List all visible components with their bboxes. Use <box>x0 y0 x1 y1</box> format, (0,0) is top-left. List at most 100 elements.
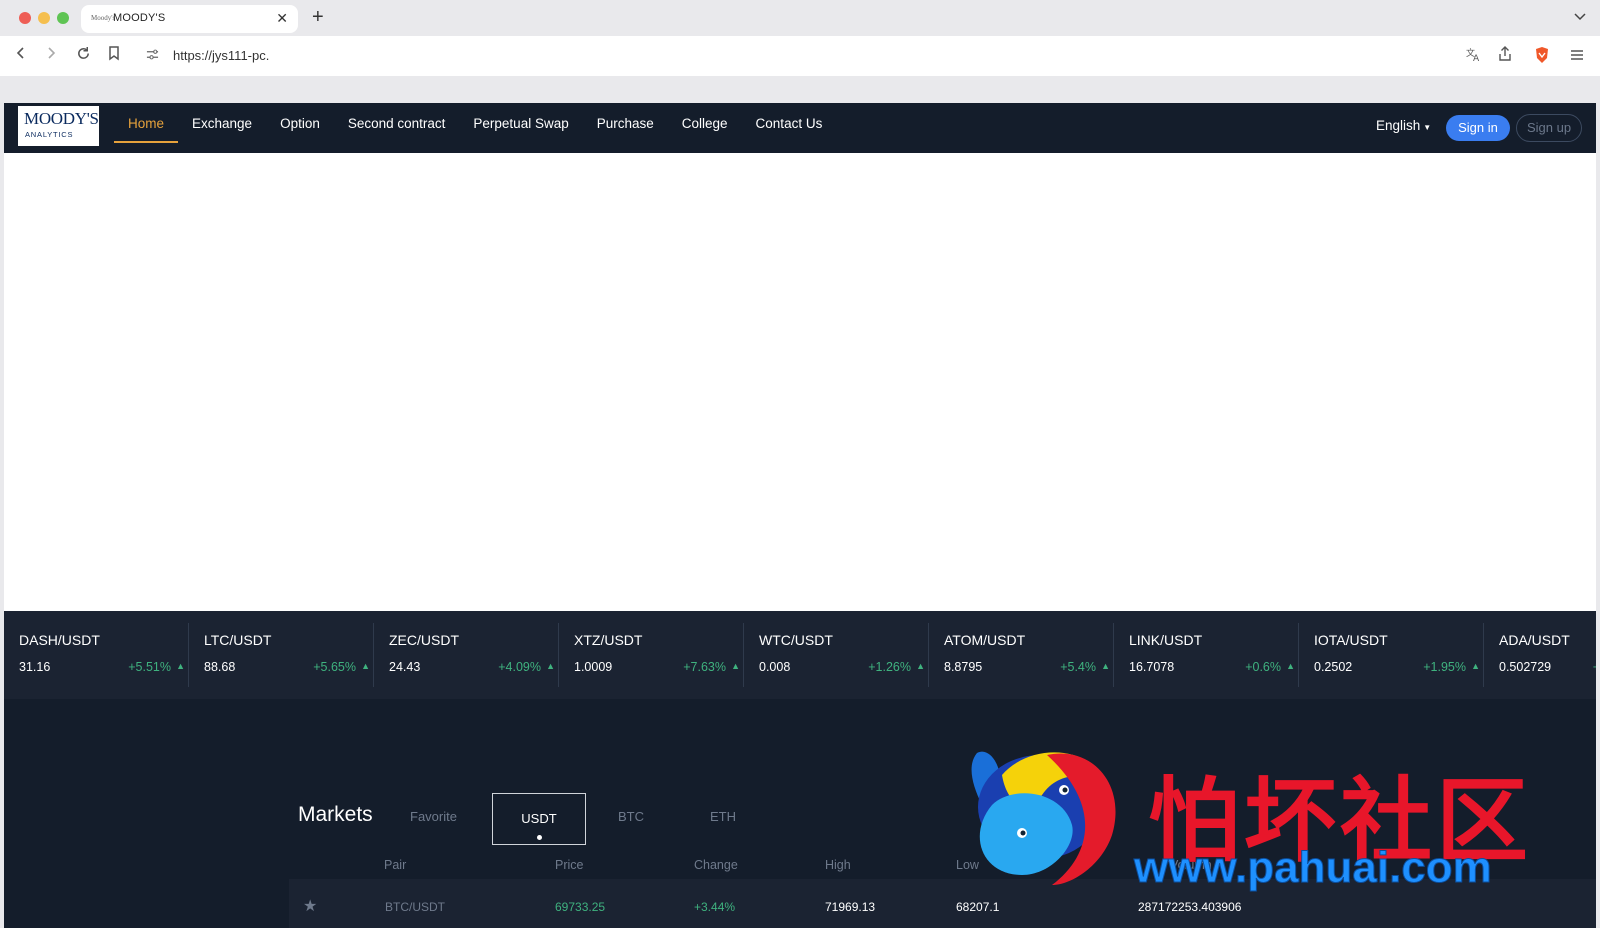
language-label: English <box>1376 118 1421 133</box>
arrow-up-icon: ▲ <box>361 661 370 671</box>
logo-main-text: MOODY'S <box>24 109 99 128</box>
ticker-price: 8.8795 <box>944 660 983 674</box>
svg-text:A: A <box>1473 54 1480 62</box>
column-header-pair: Pair <box>384 858 407 872</box>
tab-title: MOODY'S <box>113 12 166 24</box>
markets-title: Markets <box>298 803 373 826</box>
row-high: 71969.13 <box>825 900 876 914</box>
site-settings-icon[interactable] <box>146 48 159 64</box>
minimize-window-button[interactable] <box>38 12 50 24</box>
nav-contact-us[interactable]: Contact Us <box>742 103 837 153</box>
ticker-price: 31.16 <box>19 660 51 674</box>
star-icon[interactable]: ★ <box>303 896 317 916</box>
ticker-pair: DASH/USDT <box>19 632 100 648</box>
ticker-pair: LTC/USDT <box>204 632 272 648</box>
menu-icon[interactable] <box>1570 46 1584 66</box>
nav-option[interactable]: Option <box>266 103 334 153</box>
ticker-item[interactable]: ATOM/USDT 8.8795 +5.4% ▲ <box>929 611 1114 699</box>
arrow-up-icon: ▲ <box>1101 661 1110 671</box>
column-header-price: Price <box>555 858 584 872</box>
row-volume: 287172253.403906 <box>1138 900 1242 914</box>
row-price: 69733.25 <box>555 900 606 914</box>
translate-icon[interactable]: 文A <box>1466 46 1482 67</box>
nav-home[interactable]: Home <box>114 103 179 153</box>
nav-perpetual-swap[interactable]: Perpetual Swap <box>459 103 582 153</box>
arrow-up-icon: ▲ <box>176 661 185 671</box>
browser-tab-bar: Moody's MOODY'S ✕ + <box>0 0 1600 36</box>
arrow-up-icon: ▲ <box>1286 661 1295 671</box>
ticker-pair: ZEC/USDT <box>389 632 459 648</box>
arrow-up-icon: ▲ <box>916 661 925 671</box>
column-header-volume: Volumn <box>1170 858 1212 872</box>
reload-icon[interactable] <box>73 46 93 66</box>
ticker-change: +1.26% <box>868 660 911 674</box>
tab-eth[interactable]: ETH <box>710 809 736 824</box>
ticker-price: 88.68 <box>204 660 236 674</box>
tab-usdt-label: USDT <box>521 811 557 826</box>
ticker-change: +4.09% <box>498 660 541 674</box>
ticker-change: +1.95% <box>1423 660 1466 674</box>
hero-banner <box>6 153 1594 611</box>
address-bar[interactable]: https://jys111-pc. <box>138 40 1468 72</box>
ticker-price: 24.43 <box>389 660 421 674</box>
nav-purchase[interactable]: Purchase <box>583 103 668 153</box>
table-row[interactable]: ★ BTC/USDT 69733.25 +3.44% 71969.13 6820… <box>289 879 1596 928</box>
nav-exchange[interactable]: Exchange <box>178 103 266 153</box>
forward-icon[interactable] <box>41 46 61 66</box>
new-tab-icon[interactable]: + <box>312 7 324 27</box>
ticker-change: + <box>1593 660 1596 674</box>
browser-tab[interactable]: Moody's MOODY'S ✕ <box>81 5 298 33</box>
tab-usdt[interactable]: USDT <box>492 793 586 845</box>
close-tab-icon[interactable]: ✕ <box>276 10 288 26</box>
arrow-up-icon: ▲ <box>731 661 740 671</box>
ticker-item[interactable]: ADA/USDT 0.502729 + <box>1484 611 1596 699</box>
back-icon[interactable] <box>11 46 31 66</box>
ticker-pair: ATOM/USDT <box>944 632 1026 648</box>
close-window-button[interactable] <box>19 12 31 24</box>
main-nav: Home Exchange Option Second contract Per… <box>114 103 836 153</box>
language-selector[interactable]: English ▼ <box>1376 118 1431 133</box>
url-text[interactable]: https://jys111-pc. <box>173 48 269 63</box>
ticker-item[interactable]: ZEC/USDT 24.43 +4.09% ▲ <box>374 611 559 699</box>
row-change: +3.44% <box>694 900 736 914</box>
site-header: MOODY'S ANALYTICS Home Exchange Option S… <box>4 103 1596 153</box>
price-ticker: DASH/USDT 31.16 +5.51% ▲ LTC/USDT 88.68 … <box>4 611 1596 699</box>
ticker-change: +7.63% <box>683 660 726 674</box>
column-header-change: Change <box>694 858 738 872</box>
share-icon[interactable] <box>1498 46 1512 67</box>
ticker-item[interactable]: IOTA/USDT 0.2502 +1.95% ▲ <box>1299 611 1484 699</box>
tab-favorite[interactable]: Favorite <box>410 809 457 824</box>
ticker-item[interactable]: LTC/USDT 88.68 +5.65% ▲ <box>189 611 374 699</box>
web-page: MOODY'S ANALYTICS Home Exchange Option S… <box>4 103 1596 928</box>
ticker-price: 0.008 <box>759 660 791 674</box>
ticker-item[interactable]: WTC/USDT 0.008 +1.26% ▲ <box>744 611 929 699</box>
ticker-change: +5.4% <box>1060 660 1096 674</box>
nav-college[interactable]: College <box>668 103 742 153</box>
ticker-item[interactable]: DASH/USDT 31.16 +5.51% ▲ <box>4 611 189 699</box>
ticker-pair: IOTA/USDT <box>1314 632 1388 648</box>
ticker-price: 0.502729 <box>1499 660 1552 674</box>
bookmark-icon[interactable] <box>104 46 124 66</box>
ticker-item[interactable]: XTZ/USDT 1.0009 +7.63% ▲ <box>559 611 744 699</box>
ticker-pair: WTC/USDT <box>759 632 833 648</box>
ticker-pair: LINK/USDT <box>1129 632 1203 648</box>
markets-section: Markets Favorite USDT BTC ETH Pair Price… <box>4 699 1596 928</box>
sign-in-button[interactable]: Sign in <box>1446 115 1510 141</box>
brave-shield-icon[interactable] <box>1534 46 1550 69</box>
tab-list-chevron-icon[interactable] <box>1574 9 1586 24</box>
ticker-price: 16.7078 <box>1129 660 1175 674</box>
sign-up-button[interactable]: Sign up <box>1516 114 1582 142</box>
moodys-logo[interactable]: MOODY'S ANALYTICS <box>18 106 99 146</box>
browser-toolbar: https://jys111-pc. 文A <box>0 36 1600 76</box>
active-dot <box>537 835 542 840</box>
row-pair: BTC/USDT <box>385 900 445 914</box>
maximize-window-button[interactable] <box>57 12 69 24</box>
ticker-item[interactable]: LINK/USDT 16.7078 +0.6% ▲ <box>1114 611 1299 699</box>
arrow-up-icon: ▲ <box>1471 661 1480 671</box>
logo-sub-text: ANALYTICS <box>25 130 74 139</box>
ticker-price: 1.0009 <box>574 660 613 674</box>
caret-down-icon: ▼ <box>1423 123 1432 132</box>
ticker-change: +5.65% <box>313 660 356 674</box>
nav-second-contract[interactable]: Second contract <box>334 103 460 153</box>
tab-btc[interactable]: BTC <box>618 809 644 824</box>
